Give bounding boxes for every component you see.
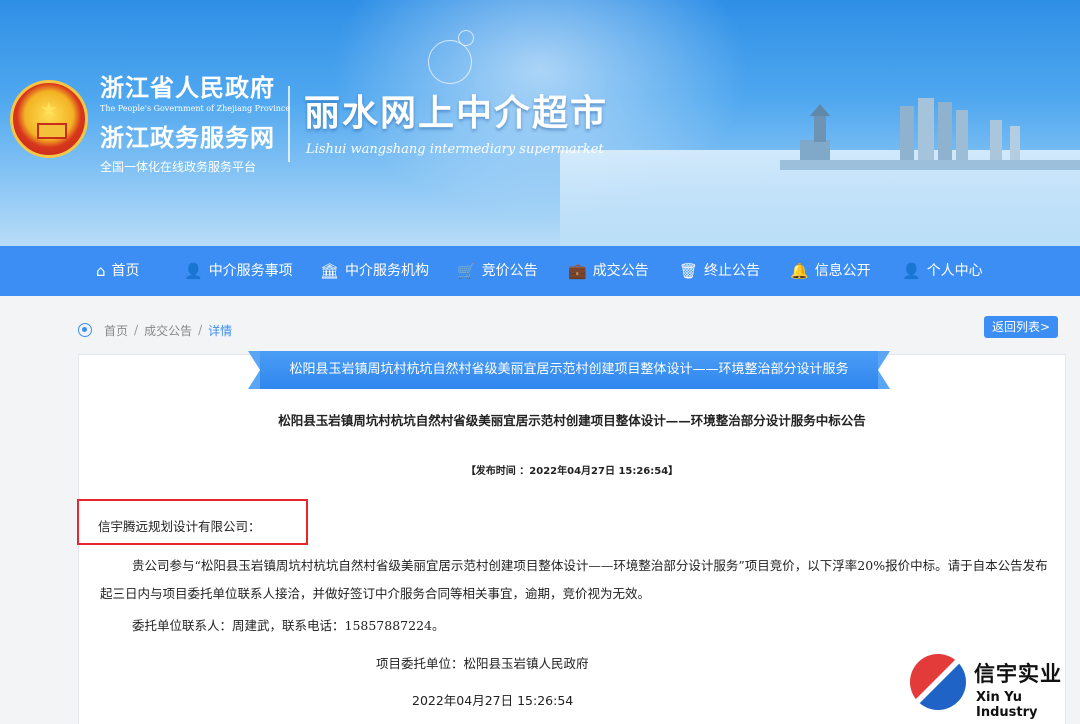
notice-title: 松阳县玉岩镇周坑村杭坑自然村省级美丽宜居示范村创建项目整体设计——环境整治部分设… bbox=[278, 413, 866, 428]
notice-body: 贵公司参与“松阳县玉岩镇周坑村杭坑自然村省级美丽宜居示范村创建项目整体设计——环… bbox=[100, 558, 1048, 601]
recipient-name: 信宇腾远规划设计有限公司： bbox=[98, 519, 261, 534]
trash-icon: 🗑 bbox=[679, 262, 699, 280]
nav-item-bidding-notice[interactable]: 🛒 竞价公告 bbox=[457, 246, 538, 296]
ribbon-title: 松阳县玉岩镇周坑村杭坑自然村省级美丽宜居示范村创建项目整体设计——环境整治部分设… bbox=[260, 351, 878, 389]
nav-item-service-items[interactable]: 👤 中介服务事项 bbox=[184, 246, 293, 296]
briefcase-icon: 💼 bbox=[568, 262, 587, 280]
city-skyline-image bbox=[780, 98, 1080, 170]
banner-ring-decoration bbox=[428, 40, 472, 84]
nav-item-home[interactable]: ⌂ 首页 bbox=[96, 246, 140, 296]
contact-info: 委托单位联系人：周建武，联系电话：15857887224。 bbox=[132, 618, 445, 633]
header-banner: ★ 浙江省人民政府 The People's Government of Zhe… bbox=[0, 0, 1080, 246]
cart-icon: 🛒 bbox=[457, 262, 476, 280]
nav-item-termination-notice[interactable]: 🗑 终止公告 bbox=[679, 246, 760, 296]
gov-title: 浙江省人民政府 bbox=[100, 73, 275, 102]
publish-time: 【发布时间 ：2022年04月27日 15:26:54】 bbox=[465, 466, 679, 477]
banner-divider bbox=[288, 86, 290, 162]
main-nav: ⌂ 首页 👤 中介服务事项 🏛 中介服务机构 🛒 竞价公告 💼 成交公告 🗑 终… bbox=[0, 246, 1080, 296]
nav-item-info-disclosure[interactable]: 🔔 信息公开 bbox=[790, 246, 871, 296]
site-title: 丽水网上中介超市 bbox=[304, 92, 609, 134]
breadcrumb-deal-notice[interactable]: 成交公告 bbox=[144, 322, 192, 339]
user-icon: 👤 bbox=[184, 262, 203, 280]
institution-icon: 🏛 bbox=[320, 262, 340, 280]
breadcrumb: 首页 / 成交公告 / 详情 bbox=[78, 320, 232, 340]
watermark-name-zh: 信宇实业 bbox=[974, 662, 1062, 686]
site-english-title: Lishui wangshang intermediary supermarke… bbox=[306, 142, 604, 157]
gov-english-title: The People's Government of Zhejiang Prov… bbox=[100, 104, 291, 113]
gov-slogan: 全国一体化在线政务服务平台 bbox=[100, 160, 257, 174]
watermark-name-en: Xin Yu Industry bbox=[976, 690, 1038, 720]
entrusting-unit: 项目委托单位：松阳县玉岩镇人民政府 bbox=[376, 656, 589, 671]
home-icon: ⌂ bbox=[96, 262, 106, 280]
nav-item-deal-notice[interactable]: 💼 成交公告 bbox=[568, 246, 649, 296]
breadcrumb-current: 详情 bbox=[208, 323, 233, 338]
xinyu-watermark-logo: 信宇实业 Xin Yu Industry bbox=[908, 652, 1074, 720]
location-icon bbox=[78, 323, 92, 337]
notice-ribbon: 松阳县玉岩镇周坑村杭坑自然村省级美丽宜居示范村创建项目整体设计——环境整治部分设… bbox=[248, 351, 890, 389]
nav-item-personal-center[interactable]: 👤 个人中心 bbox=[902, 246, 983, 296]
banner-ring-decoration bbox=[458, 30, 474, 46]
person-icon: 👤 bbox=[902, 262, 921, 280]
national-emblem-logo: ★ bbox=[10, 80, 88, 158]
back-to-list-button[interactable]: 返回列表> bbox=[984, 316, 1058, 338]
xinyu-globe-icon bbox=[910, 654, 966, 710]
nav-item-service-agencies[interactable]: 🏛 中介服务机构 bbox=[320, 246, 429, 296]
gov-service-title: 浙江政务服务网 bbox=[100, 123, 275, 152]
signature-date: 2022年04月27日 15:26:54 bbox=[412, 693, 574, 708]
bell-icon: 🔔 bbox=[790, 262, 809, 280]
breadcrumb-home[interactable]: 首页 bbox=[104, 322, 128, 339]
